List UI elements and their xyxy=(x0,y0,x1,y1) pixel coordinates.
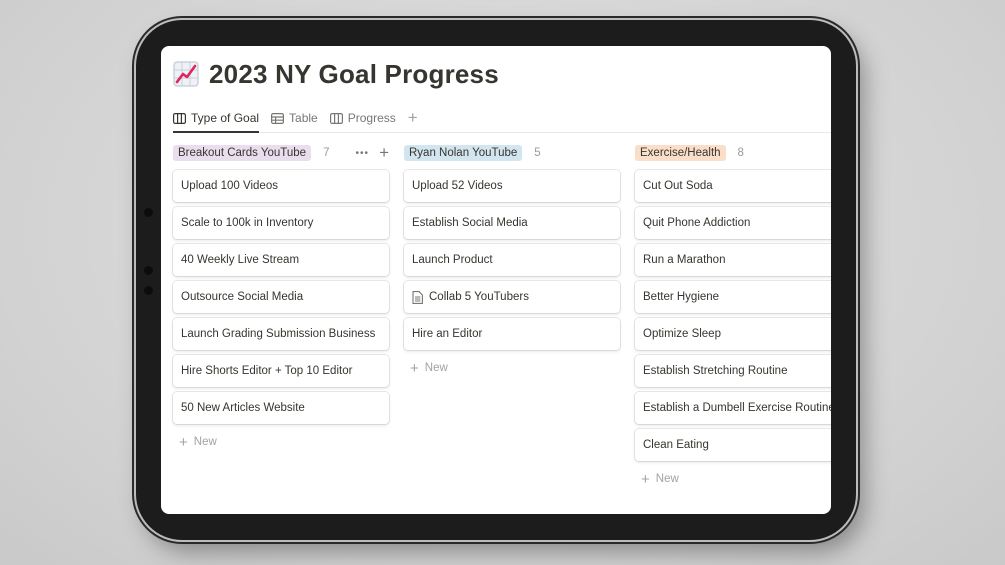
group-count: 8 xyxy=(737,147,744,159)
document-icon xyxy=(412,290,423,304)
column-header: Exercise/Health 8 xyxy=(635,142,831,164)
new-card-button[interactable]: + New xyxy=(173,429,389,455)
table-icon xyxy=(271,112,285,124)
new-card-button[interactable]: + New xyxy=(635,466,831,492)
board-card[interactable]: Collab 5 YouTubers xyxy=(404,281,620,313)
board-icon xyxy=(329,112,343,124)
card-title: Launch Product xyxy=(412,254,493,266)
new-label: New xyxy=(424,362,448,374)
group-count: 7 xyxy=(323,147,330,159)
card-title: Quit Phone Addiction xyxy=(643,217,751,229)
board-card[interactable]: Run a Marathon xyxy=(635,244,831,276)
board-card[interactable]: Upload 52 Videos xyxy=(404,170,620,202)
tab-type-of-goal[interactable]: Type of Goal xyxy=(173,104,260,133)
card-title: Upload 52 Videos xyxy=(412,180,503,192)
board-card[interactable]: 50 New Articles Website xyxy=(173,392,389,424)
more-options-icon[interactable]: ••• xyxy=(356,148,370,159)
board-card[interactable]: Upload 100 Videos xyxy=(173,170,389,202)
card-title: Upload 100 Videos xyxy=(181,180,278,192)
board-card[interactable]: 40 Weekly Live Stream xyxy=(173,244,389,276)
board-card[interactable]: Hire an Editor xyxy=(404,318,620,350)
title-row: 2023 NY Goal Progress xyxy=(173,56,499,92)
board-card[interactable]: Establish Stretching Routine xyxy=(635,355,831,387)
column-header: Ryan Nolan YouTube 5 xyxy=(404,142,620,164)
board-card[interactable]: Better Hygiene xyxy=(635,281,831,313)
column-actions: ••• + xyxy=(346,143,389,163)
group-label[interactable]: Exercise/Health xyxy=(635,145,726,161)
card-title: Collab 5 YouTubers xyxy=(429,291,529,303)
board-column: Ryan Nolan YouTube 5 Upload 52 Videos Estab… xyxy=(404,142,620,381)
card-title: 40 Weekly Live Stream xyxy=(181,254,300,266)
board-card[interactable]: Scale to 100k in Inventory xyxy=(173,207,389,239)
card-title: Clean Eating xyxy=(643,439,709,451)
group-label[interactable]: Breakout Cards YouTube xyxy=(173,145,312,161)
plus-icon: + xyxy=(410,359,419,377)
tab-label: Table xyxy=(289,111,318,125)
board-card[interactable]: Launch Product xyxy=(404,244,620,276)
board-column: Breakout Cards YouTube 7 ••• + Upload 100 Vi… xyxy=(173,142,389,455)
card-title: Hire Shorts Editor + Top 10 Editor xyxy=(181,365,353,377)
board-card[interactable]: Cut Out Soda xyxy=(635,170,831,202)
board-card[interactable]: Outsource Social Media xyxy=(173,281,389,313)
chart-increasing-icon xyxy=(173,61,199,87)
notion-page: 2023 NY Goal Progress Type of Goal Table xyxy=(161,46,831,514)
add-card-icon[interactable]: + xyxy=(379,143,389,163)
page-title: 2023 NY Goal Progress xyxy=(209,58,499,89)
new-label: New xyxy=(655,473,679,485)
board-card[interactable]: Launch Grading Submission Business xyxy=(173,318,389,350)
new-card-button[interactable]: + New xyxy=(404,355,620,381)
board-icon xyxy=(173,112,186,124)
card-title: Better Hygiene xyxy=(643,291,720,303)
column-header: Breakout Cards YouTube 7 ••• + xyxy=(173,142,389,164)
camera-dot xyxy=(144,286,153,295)
board-column: Exercise/Health 8 Cut Out Soda Quit Phone A… xyxy=(635,142,831,492)
board-card[interactable]: Establish Social Media xyxy=(404,207,620,239)
card-title: Establish Stretching Routine xyxy=(643,365,788,377)
tab-table[interactable]: Table xyxy=(271,104,318,132)
plus-icon: + xyxy=(179,433,188,451)
card-title: Launch Grading Submission Business xyxy=(181,328,376,340)
tab-progress[interactable]: Progress xyxy=(329,104,396,132)
group-label[interactable]: Ryan Nolan YouTube xyxy=(404,145,523,161)
board-card[interactable]: Quit Phone Addiction xyxy=(635,207,831,239)
board-card[interactable]: Optimize Sleep xyxy=(635,318,831,350)
view-tabs: Type of Goal Table Progress + xyxy=(173,104,831,133)
card-title: Run a Marathon xyxy=(643,254,726,266)
card-title: Cut Out Soda xyxy=(643,180,713,192)
card-title: Hire an Editor xyxy=(412,328,483,340)
tab-label: Type of Goal xyxy=(191,111,260,125)
add-view-button[interactable]: + xyxy=(408,104,418,132)
card-title: Establish Social Media xyxy=(412,217,528,229)
card-title: 50 New Articles Website xyxy=(181,402,305,414)
tab-label: Progress xyxy=(347,111,396,125)
new-label: New xyxy=(193,436,217,448)
board-card[interactable]: Clean Eating xyxy=(635,429,831,461)
board-card[interactable]: Establish a Dumbell Exercise Routine xyxy=(635,392,831,424)
board-card[interactable]: Hire Shorts Editor + Top 10 Editor xyxy=(173,355,389,387)
group-count: 5 xyxy=(534,147,541,159)
plus-icon: + xyxy=(641,470,650,488)
card-title: Outsource Social Media xyxy=(181,291,304,303)
card-title: Establish a Dumbell Exercise Routine xyxy=(643,402,831,414)
camera-dot xyxy=(144,208,153,217)
camera-dot xyxy=(144,266,153,275)
card-title: Optimize Sleep xyxy=(643,328,721,340)
card-title: Scale to 100k in Inventory xyxy=(181,217,314,229)
